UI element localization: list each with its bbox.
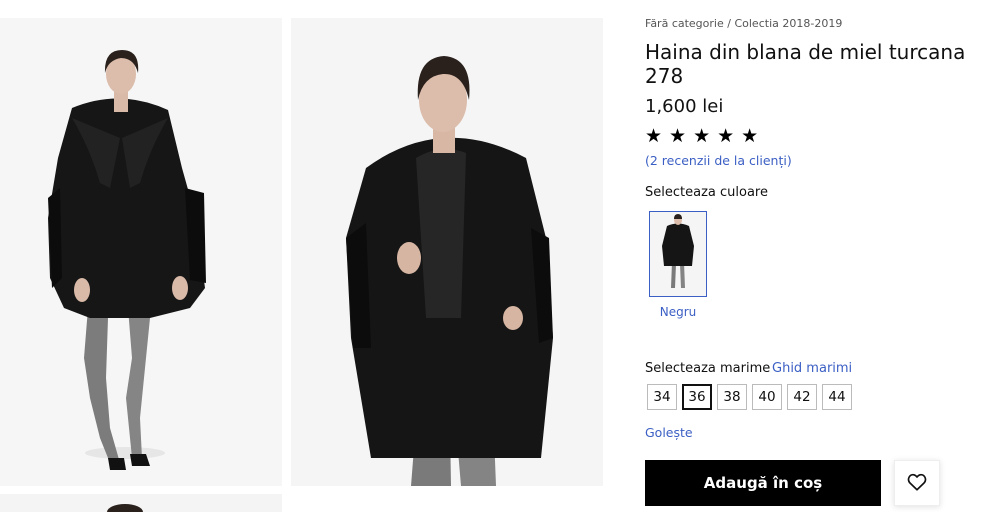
rating-stars: ★★★★★ xyxy=(645,125,766,147)
add-to-cart-button[interactable]: Adaugă în coș xyxy=(645,460,881,506)
breadcrumb-separator: / xyxy=(727,17,731,30)
product-title: Haina din blana de miel turcana 278 xyxy=(645,40,966,88)
breadcrumb: Fără categorie / Colectia 2018-2019 xyxy=(645,17,842,30)
reviews-link[interactable]: (2 recenzii de la clienți) xyxy=(645,153,792,168)
product-image-front[interactable] xyxy=(0,18,282,486)
clear-selection-link[interactable]: Golește xyxy=(645,425,693,440)
color-label: Selecteaza culoare xyxy=(645,185,768,200)
wishlist-button[interactable] xyxy=(894,460,940,506)
size-guide-link[interactable]: Ghid marimi xyxy=(772,361,852,376)
color-swatch-negru[interactable] xyxy=(649,211,707,297)
size-option-44[interactable]: 44 xyxy=(822,384,852,410)
breadcrumb-collection[interactable]: Colectia 2018-2019 xyxy=(734,17,842,30)
color-swatch-label: Negru xyxy=(659,305,697,319)
size-option-34[interactable]: 34 xyxy=(647,384,677,410)
size-label: Selecteaza marime xyxy=(645,361,771,376)
product-price: 1,600 lei xyxy=(645,96,724,117)
breadcrumb-category[interactable]: Fără categorie xyxy=(645,17,724,30)
size-option-40[interactable]: 40 xyxy=(752,384,782,410)
size-options: 34 36 38 40 42 44 xyxy=(647,384,852,410)
heart-icon xyxy=(907,473,927,494)
size-option-36[interactable]: 36 xyxy=(682,384,712,410)
size-option-42[interactable]: 42 xyxy=(787,384,817,410)
product-image-detail[interactable] xyxy=(291,18,603,486)
size-option-38[interactable]: 38 xyxy=(717,384,747,410)
product-image-thumb[interactable] xyxy=(0,494,282,512)
